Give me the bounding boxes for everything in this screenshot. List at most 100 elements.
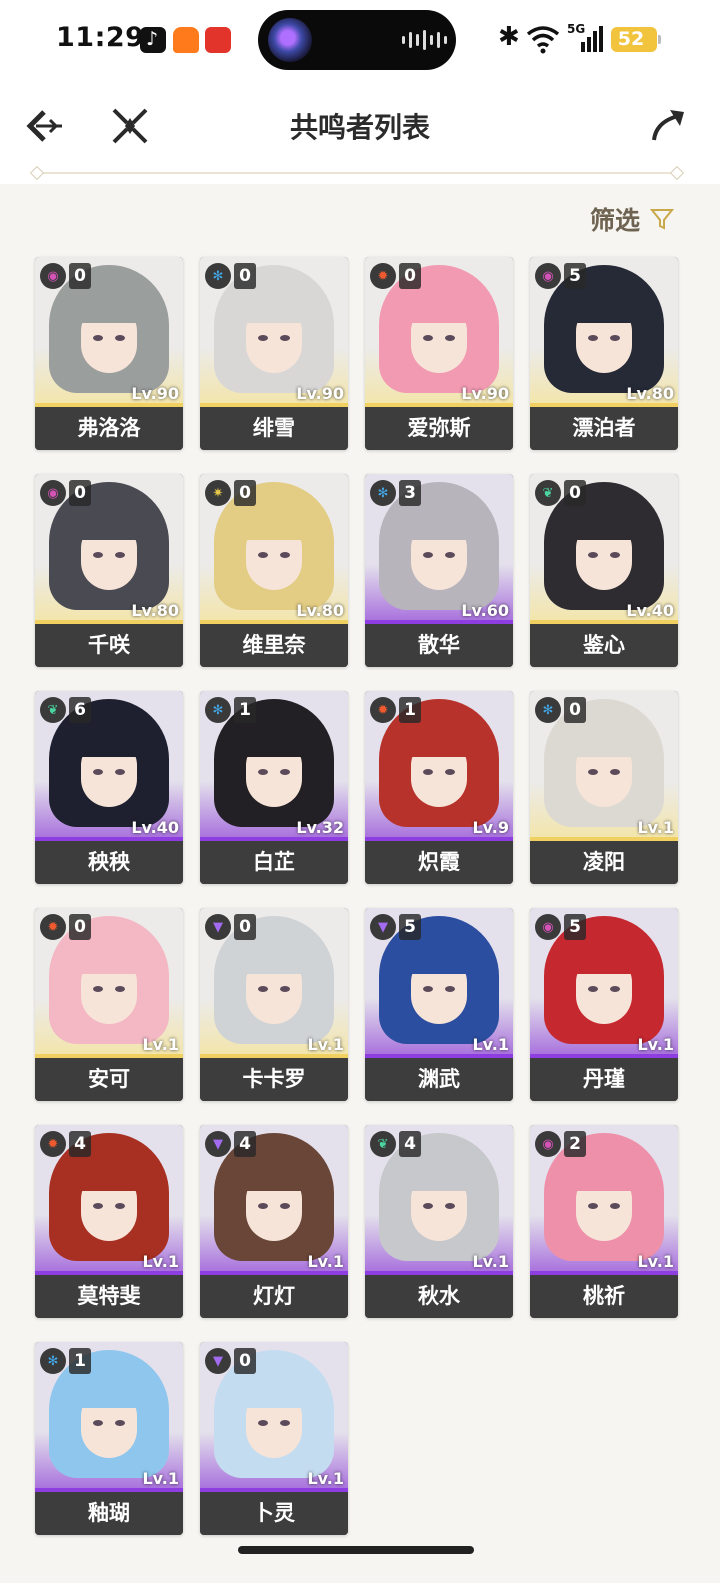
resonance-chain-badge: 4: [399, 1131, 421, 1157]
audio-wave-icon: [402, 30, 447, 50]
character-level: Lv.9: [472, 818, 509, 837]
character-card[interactable]: ✻ 3 Lv.60 散华: [365, 474, 513, 667]
character-card[interactable]: ❦ 6 Lv.40 秧秧: [35, 691, 183, 884]
resonance-chain-badge: 4: [69, 1131, 91, 1157]
character-name: 千咲: [35, 624, 183, 667]
battery-level: 52: [617, 28, 645, 50]
character-name: 维里奈: [200, 624, 348, 667]
character-card[interactable]: ✹ 0 Lv.1 安可: [35, 908, 183, 1101]
character-level: Lv.80: [296, 601, 344, 620]
aero-element-icon: ❦: [370, 1131, 396, 1157]
character-level: Lv.1: [307, 1035, 344, 1054]
resonance-chain-badge: 3: [399, 480, 421, 506]
character-card[interactable]: ✷ 0 Lv.80 维里奈: [200, 474, 348, 667]
glacio-element-icon: ✻: [535, 697, 561, 723]
now-playing-avatar: [268, 18, 312, 62]
character-card[interactable]: ✹ 1 Lv.9 炽霞: [365, 691, 513, 884]
glacio-element-icon: ✻: [205, 263, 231, 289]
resonance-chain-badge: 5: [564, 914, 586, 940]
resonance-chain-badge: 0: [69, 480, 91, 506]
havoc-element-icon: ◉: [535, 1131, 561, 1157]
character-name: 莫特斐: [35, 1275, 183, 1318]
character-level: Lv.1: [142, 1035, 179, 1054]
resonance-chain-badge: 5: [564, 263, 586, 289]
havoc-element-icon: ◉: [40, 263, 66, 289]
character-name: 漂泊者: [530, 407, 678, 450]
fusion-element-icon: ✹: [370, 697, 396, 723]
character-level: Lv.40: [131, 818, 179, 837]
resonance-chain-badge: 0: [69, 914, 91, 940]
filter-icon: [650, 209, 675, 230]
character-card[interactable]: ◉ 2 Lv.1 桃祈: [530, 1125, 678, 1318]
wifi-icon: [526, 26, 560, 54]
character-level: Lv.1: [637, 818, 674, 837]
character-card[interactable]: ❦ 4 Lv.1 秋水: [365, 1125, 513, 1318]
battery-icon: 52: [611, 27, 661, 52]
character-grid: ◉ 0 Lv.90 弗洛洛 ✻ 0 Lv.90 绯雪 ✹ 0 Lv.90 爱弥斯…: [35, 257, 680, 1535]
fusion-element-icon: ✹: [40, 1131, 66, 1157]
resonance-chain-badge: 0: [234, 480, 256, 506]
resonance-chain-badge: 4: [234, 1131, 256, 1157]
character-name: 灯灯: [200, 1275, 348, 1318]
character-card[interactable]: ❦ 0 Lv.40 鉴心: [530, 474, 678, 667]
character-name: 卡卡罗: [200, 1058, 348, 1101]
character-level: Lv.1: [307, 1252, 344, 1271]
character-card[interactable]: ▼ 4 Lv.1 灯灯: [200, 1125, 348, 1318]
character-level: Lv.1: [142, 1252, 179, 1271]
page-header: 共鸣者列表: [0, 80, 720, 184]
resonance-chain-badge: 0: [234, 1348, 256, 1374]
character-card[interactable]: ◉ 0 Lv.80 千咲: [35, 474, 183, 667]
glacio-element-icon: ✻: [205, 697, 231, 723]
home-indicator[interactable]: [238, 1546, 474, 1554]
fusion-element-icon: ✹: [370, 263, 396, 289]
header-divider: [36, 172, 678, 174]
electro-element-icon: ▼: [205, 1348, 231, 1374]
resonance-chain-badge: 1: [69, 1348, 91, 1374]
page-title: 共鸣者列表: [289, 111, 430, 144]
character-card[interactable]: ◉ 5 Lv.1 丹瑾: [530, 908, 678, 1101]
character-name: 安可: [35, 1058, 183, 1101]
character-level: Lv.40: [626, 601, 674, 620]
status-time: 11:29: [56, 22, 145, 53]
character-level: Lv.90: [461, 384, 509, 403]
character-name: 渊武: [365, 1058, 513, 1101]
resonance-chain-badge: 1: [234, 697, 256, 723]
character-card[interactable]: ◉ 0 Lv.90 弗洛洛: [35, 257, 183, 450]
character-card[interactable]: ▼ 0 Lv.1 卜灵: [200, 1342, 348, 1535]
character-level: Lv.1: [307, 1469, 344, 1488]
character-level: Lv.60: [461, 601, 509, 620]
character-level: Lv.80: [131, 601, 179, 620]
character-level: Lv.1: [637, 1035, 674, 1054]
fusion-element-icon: ✹: [40, 914, 66, 940]
red-app-icon: [205, 27, 231, 53]
character-level: Lv.1: [142, 1469, 179, 1488]
character-level: Lv.1: [472, 1035, 509, 1054]
filter-button[interactable]: 筛选: [590, 202, 675, 236]
resonance-chain-badge: 1: [399, 697, 421, 723]
dynamic-island[interactable]: [258, 10, 456, 70]
aero-element-icon: ❦: [40, 697, 66, 723]
character-card[interactable]: ✻ 0 Lv.90 绯雪: [200, 257, 348, 450]
character-name: 秧秧: [35, 841, 183, 884]
share-icon[interactable]: [648, 104, 690, 146]
havoc-element-icon: ◉: [40, 480, 66, 506]
character-name: 白芷: [200, 841, 348, 884]
glacio-element-icon: ✻: [40, 1348, 66, 1374]
character-card[interactable]: ✹ 4 Lv.1 莫特斐: [35, 1125, 183, 1318]
character-card[interactable]: ▼ 5 Lv.1 渊武: [365, 908, 513, 1101]
character-level: Lv.32: [296, 818, 344, 837]
character-card[interactable]: ✹ 0 Lv.90 爱弥斯: [365, 257, 513, 450]
character-card[interactable]: ▼ 0 Lv.1 卡卡罗: [200, 908, 348, 1101]
character-name: 炽霞: [365, 841, 513, 884]
character-card[interactable]: ✻ 1 Lv.1 釉瑚: [35, 1342, 183, 1535]
spectro-element-icon: ✷: [205, 480, 231, 506]
character-name: 卜灵: [200, 1492, 348, 1535]
character-level: Lv.80: [626, 384, 674, 403]
character-name: 桃祈: [530, 1275, 678, 1318]
resonance-chain-badge: 2: [564, 1131, 586, 1157]
character-name: 釉瑚: [35, 1492, 183, 1535]
character-card[interactable]: ✻ 1 Lv.32 白芷: [200, 691, 348, 884]
character-card[interactable]: ✻ 0 Lv.1 凌阳: [530, 691, 678, 884]
character-card[interactable]: ◉ 5 Lv.80 漂泊者: [530, 257, 678, 450]
bluetooth-icon: ✱: [498, 22, 520, 52]
